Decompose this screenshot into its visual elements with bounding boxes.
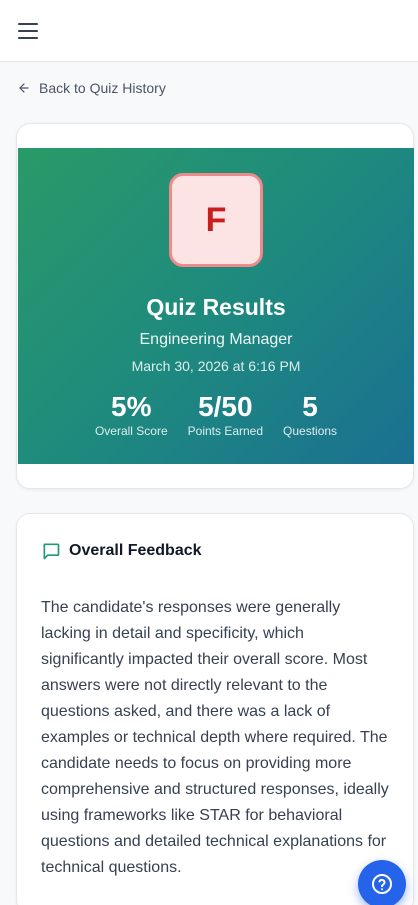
help-circle-icon	[372, 874, 392, 894]
stat-value: 5%	[111, 391, 152, 422]
help-button[interactable]	[358, 860, 406, 905]
arrow-left-icon	[19, 83, 29, 93]
overall-feedback-card: Overall Feedback The candidate's respons…	[16, 513, 414, 905]
stat-questions: 5 Questions	[283, 391, 337, 438]
hamburger-menu-icon[interactable]	[14, 18, 42, 44]
quiz-results-card: F Quiz Results Engineering Manager March…	[16, 123, 414, 489]
stat-label: Overall Score	[94, 424, 168, 438]
stat-value: 5	[302, 391, 318, 422]
stat-overall-score: 5% Overall Score	[95, 391, 168, 438]
back-to-quiz-history-link[interactable]: Back to Quiz History	[17, 80, 166, 96]
grade-badge: F	[169, 173, 263, 267]
stat-label: Questions	[283, 424, 338, 438]
back-link-label: Back to Quiz History	[39, 80, 166, 96]
feedback-header: Overall Feedback	[41, 541, 202, 561]
stat-label: Points Earned	[187, 424, 264, 438]
top-bar	[0, 0, 418, 62]
quiz-date: March 30, 2026 at 6:16 PM	[131, 358, 301, 374]
results-hero-banner: F Quiz Results Engineering Manager March…	[18, 148, 414, 464]
chat-bubble-icon	[43, 543, 60, 560]
stats-row: 5% Overall Score 5/50 Points Earned 5 Qu…	[18, 391, 414, 438]
stat-points-earned: 5/50 Points Earned	[188, 391, 263, 438]
feedback-text: The candidate's responses were generally…	[41, 599, 389, 876]
quiz-role: Engineering Manager	[139, 331, 293, 348]
results-title: Quiz Results	[146, 294, 286, 320]
feedback-title: Overall Feedback	[69, 542, 202, 559]
stat-value: 5/50	[198, 391, 253, 422]
